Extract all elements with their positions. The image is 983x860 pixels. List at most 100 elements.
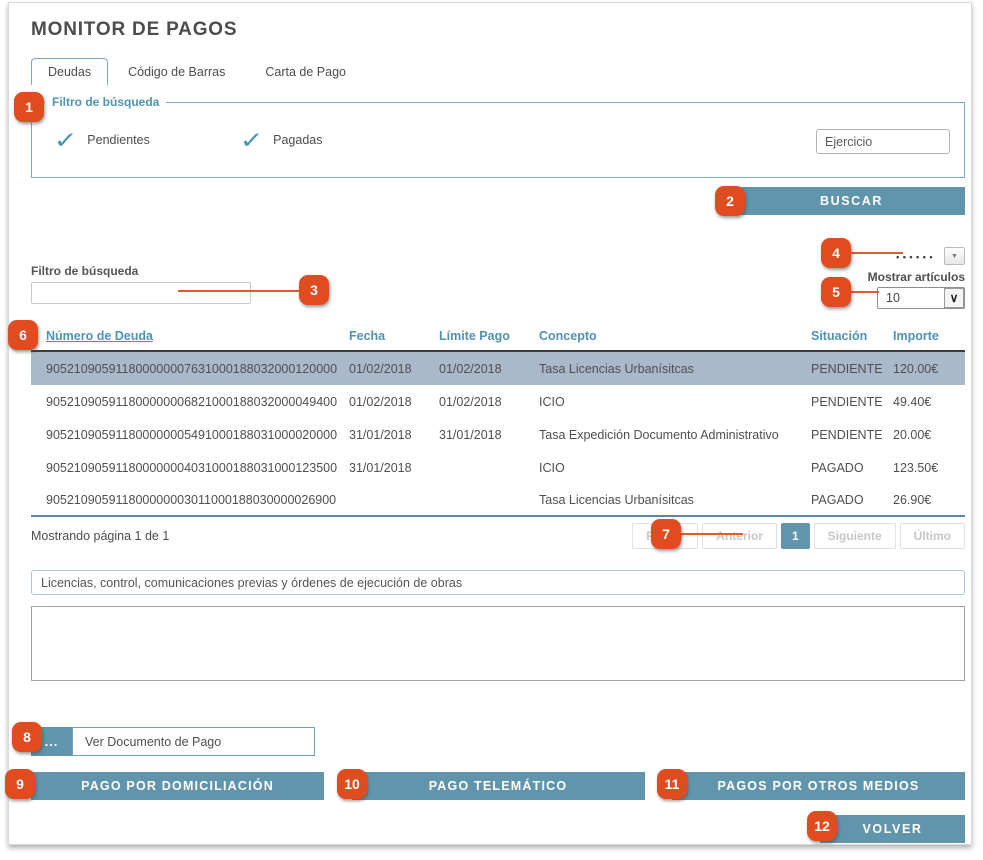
annotation-badge-10: 10 xyxy=(337,769,367,799)
annotation-badge-2: 2 xyxy=(715,186,745,216)
dropdown-arrow-icon: ▼ xyxy=(951,253,958,260)
pagination-next-button[interactable]: Siguiente xyxy=(814,523,896,549)
cell-limite: 31/01/2018 xyxy=(439,428,539,442)
table-row[interactable]: 9052109059118000000040310001880310001235… xyxy=(31,451,965,484)
cell-concepto: Tasa Licencias Urbanísitcas xyxy=(539,362,811,376)
annotation-badge-6: 6 xyxy=(8,320,38,350)
observations-textarea[interactable] xyxy=(31,606,965,681)
pago-telematico-button[interactable]: PAGO TELEMÁTICO xyxy=(352,772,645,800)
checkbox-pagadas-label: Pagadas xyxy=(273,133,322,147)
header-limite-pago[interactable]: Límite Pago xyxy=(439,329,539,343)
volver-button[interactable]: VOLVER xyxy=(820,815,965,843)
annotation-line xyxy=(849,252,903,254)
cell-numero: 9052109059118000000076310001880320001200… xyxy=(31,362,349,376)
cell-situacion: PENDIENTE xyxy=(811,362,893,376)
cell-situacion: PENDIENTE xyxy=(811,428,893,442)
annotation-badge-12: 12 xyxy=(807,811,837,841)
header-fecha[interactable]: Fecha xyxy=(349,329,439,343)
table-row[interactable]: 9052109059118000000068210001880320000494… xyxy=(31,385,965,418)
tab-bar: Deudas Código de Barras Carta de Pago xyxy=(31,58,963,85)
pago-por-domiciliacion-button[interactable]: PAGO POR DOMICILIACIÓN xyxy=(31,772,324,800)
pagination: Primer Anterior 1 Siguiente Último xyxy=(632,523,965,549)
cell-concepto: Tasa Licencias Urbanísitcas xyxy=(539,493,811,507)
columns-dropdown-button[interactable]: ▼ xyxy=(944,247,965,265)
header-numero-de-deuda[interactable]: Número de Deuda xyxy=(31,329,349,343)
quick-filter-label: Filtro de búsqueda xyxy=(31,264,251,278)
checkbox-pendientes[interactable]: ✓ Pendientes xyxy=(56,130,150,150)
cell-limite: 01/02/2018 xyxy=(439,362,539,376)
page-size-value: 10 xyxy=(878,291,900,305)
cell-fecha: 01/02/2018 xyxy=(349,362,439,376)
cell-importe: 123.50€ xyxy=(893,461,965,475)
pagination-prev-button[interactable]: Anterior xyxy=(702,523,777,549)
quick-filter: Filtro de búsqueda xyxy=(31,247,251,305)
cell-numero: 9052109059118000000054910001880310000200… xyxy=(31,428,349,442)
table-footer: Mostrando página 1 de 1 Primer Anterior … xyxy=(31,523,965,549)
table-header-row: Número de Deuda Fecha Límite Pago Concep… xyxy=(31,322,965,352)
cell-importe: 20.00€ xyxy=(893,428,965,442)
header-situacion[interactable]: Situación xyxy=(811,329,893,343)
annotation-badge-9: 9 xyxy=(5,769,35,799)
table-row[interactable]: 9052109059118000000054910001880310000200… xyxy=(31,418,965,451)
annotation-line xyxy=(178,290,300,292)
checkbox-pendientes-label: Pendientes xyxy=(87,133,150,147)
annotation-line xyxy=(679,533,743,535)
ejercicio-input[interactable] xyxy=(816,129,950,154)
header-importe[interactable]: Importe xyxy=(893,329,965,343)
cell-importe: 26.90€ xyxy=(893,493,965,507)
cell-fecha: 31/01/2018 xyxy=(349,461,439,475)
search-filter-fieldset: Filtro de búsqueda ✓ Pendientes ✓ Pagada… xyxy=(31,102,965,178)
cell-fecha: 01/02/2018 xyxy=(349,395,439,409)
cell-numero: 9052109059118000000068210001880320000494… xyxy=(31,395,349,409)
main-panel: MONITOR DE PAGOS Deudas Código de Barras… xyxy=(8,2,972,845)
header-concepto[interactable]: Concepto xyxy=(539,329,811,343)
annotation-badge-11: 11 xyxy=(657,769,687,799)
monitor-de-pagos-page: MONITOR DE PAGOS Deudas Código de Barras… xyxy=(0,0,983,860)
cell-concepto: Tasa Expedición Documento Administrativo xyxy=(539,428,811,442)
cell-situacion: PAGADO xyxy=(811,461,893,475)
cell-fecha: 31/01/2018 xyxy=(349,428,439,442)
cell-importe: 49.40€ xyxy=(893,395,965,409)
annotation-badge-5: 5 xyxy=(821,277,851,307)
cell-numero: 9052109059118000000040310001880310001235… xyxy=(31,461,349,475)
annotation-badge-1: 1 xyxy=(14,92,44,122)
buscar-button[interactable]: BUSCAR xyxy=(738,187,965,215)
page-info: Mostrando página 1 de 1 xyxy=(31,529,169,543)
annotation-badge-3: 3 xyxy=(299,275,329,305)
table-row[interactable]: 9052109059118000000076310001880320001200… xyxy=(31,352,965,385)
concept-display-field[interactable]: Licencias, control, comunicaciones previ… xyxy=(31,570,965,595)
page-size-label: Mostrar artículos xyxy=(868,270,965,284)
debts-table: Número de Deuda Fecha Límite Pago Concep… xyxy=(31,322,965,517)
cell-limite: 01/02/2018 xyxy=(439,395,539,409)
cell-concepto: ICIO xyxy=(539,395,811,409)
annotation-badge-7: 7 xyxy=(651,519,681,549)
cell-situacion: PAGADO xyxy=(811,493,893,507)
buscar-row: BUSCAR xyxy=(31,187,965,215)
ver-documento-de-pago-field[interactable]: Ver Documento de Pago xyxy=(72,727,315,756)
payment-actions: PAGO POR DOMICILIACIÓN PAGO TELEMÁTICO P… xyxy=(31,772,965,800)
status-checkboxes: ✓ Pendientes ✓ Pagadas xyxy=(56,130,414,150)
tab-codigo-de-barras[interactable]: Código de Barras xyxy=(108,58,245,85)
page-size-select[interactable]: 10 ∨ xyxy=(877,287,965,309)
check-icon: ✓ xyxy=(54,130,78,150)
checkbox-pagadas[interactable]: ✓ Pagadas xyxy=(242,130,323,150)
cell-situacion: PENDIENTE xyxy=(811,395,893,409)
tab-carta-de-pago[interactable]: Carta de Pago xyxy=(245,58,366,85)
pagos-por-otros-medios-button[interactable]: PAGOS POR OTROS MEDIOS xyxy=(672,772,965,800)
tab-deudas[interactable]: Deudas xyxy=(31,58,108,85)
page-size-controls: •••••• ▼ Mostrar artículos 10 ∨ xyxy=(868,247,965,305)
pagination-page-1-button[interactable]: 1 xyxy=(781,523,810,549)
filter-legend: Filtro de búsqueda xyxy=(45,95,166,109)
check-icon: ✓ xyxy=(239,130,263,150)
document-row: ... Ver Documento de Pago xyxy=(31,727,963,756)
cell-concepto: ICIO xyxy=(539,461,811,475)
pagination-last-button[interactable]: Último xyxy=(900,523,965,549)
quick-filter-input[interactable] xyxy=(31,282,251,304)
annotation-badge-8: 8 xyxy=(12,722,42,752)
chevron-down-icon: ∨ xyxy=(944,288,964,308)
page-title: MONITOR DE PAGOS xyxy=(31,19,963,41)
cell-importe: 120.00€ xyxy=(893,362,965,376)
annotation-line xyxy=(849,291,879,293)
table-row[interactable]: 9052109059118000000030110001880300000269… xyxy=(31,484,965,517)
columns-menu: •••••• ▼ xyxy=(896,247,965,265)
